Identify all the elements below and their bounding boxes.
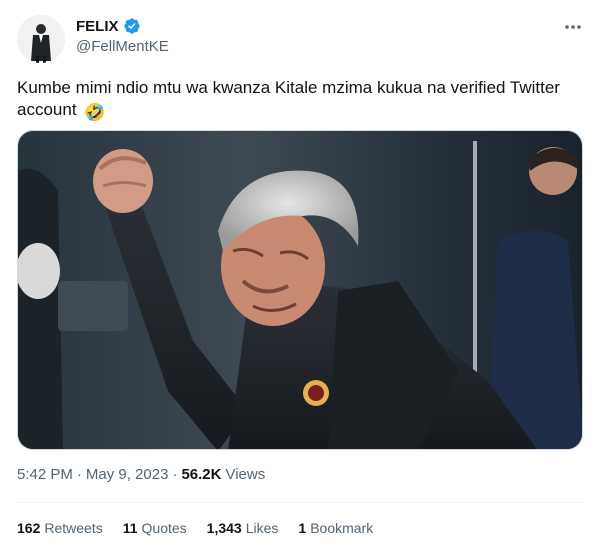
quotes-count: 11 [122, 520, 138, 536]
profile-photo-icon [17, 15, 65, 63]
bookmarks-count: 1 [298, 520, 307, 536]
verified-badge-icon [123, 17, 141, 35]
more-options-icon[interactable] [561, 15, 585, 39]
meta-separator-2: · [172, 466, 178, 483]
retweets-stat[interactable]: 162 Retweets [17, 520, 103, 536]
bookmarks-stat[interactable]: 1 Bookmark [298, 520, 373, 536]
tweet-date[interactable]: May 9, 2023 [86, 466, 169, 483]
likes-label: Likes [245, 520, 279, 536]
likes-count: 1,343 [206, 520, 242, 536]
retweets-label: Retweets [44, 520, 103, 536]
tweet-text: Kumbe mimi ndio mtu wa kwanza Kitale mzi… [17, 77, 587, 124]
likes-stat[interactable]: 1,343 Likes [207, 520, 279, 536]
quotes-label: Quotes [141, 520, 187, 536]
quotes-stat[interactable]: 11 Quotes [123, 520, 187, 536]
bookmarks-label: Bookmark [310, 520, 374, 536]
rolling-laughing-emoji-icon: 🤣 [84, 103, 106, 122]
display-name[interactable]: FELIX [76, 18, 119, 35]
engagement-stats: 162 Retweets 11 Quotes 1,343 Likes 1 Bookmar… [17, 520, 393, 536]
avatar[interactable] [17, 15, 65, 63]
tweet-card: FELIX @FellMentKE Kumbe mimi ndio mtu wa… [0, 0, 603, 550]
meta-separator: · [76, 466, 82, 483]
author-handle[interactable]: @FellMentKE [76, 38, 169, 55]
tweet-time[interactable]: 5:42 PM [17, 466, 73, 483]
retweets-count: 162 [17, 520, 41, 536]
photo-crying-man-raising-fist-icon [18, 131, 582, 449]
divider [17, 502, 583, 503]
tweet-meta: 5:42 PM · May 9, 2023 · 56.2K Views [17, 466, 265, 483]
views-count: 56.2K [181, 466, 222, 483]
views-label: Views [225, 466, 266, 483]
tweet-media-photo[interactable] [17, 130, 583, 450]
author-name-row[interactable]: FELIX [76, 17, 141, 35]
